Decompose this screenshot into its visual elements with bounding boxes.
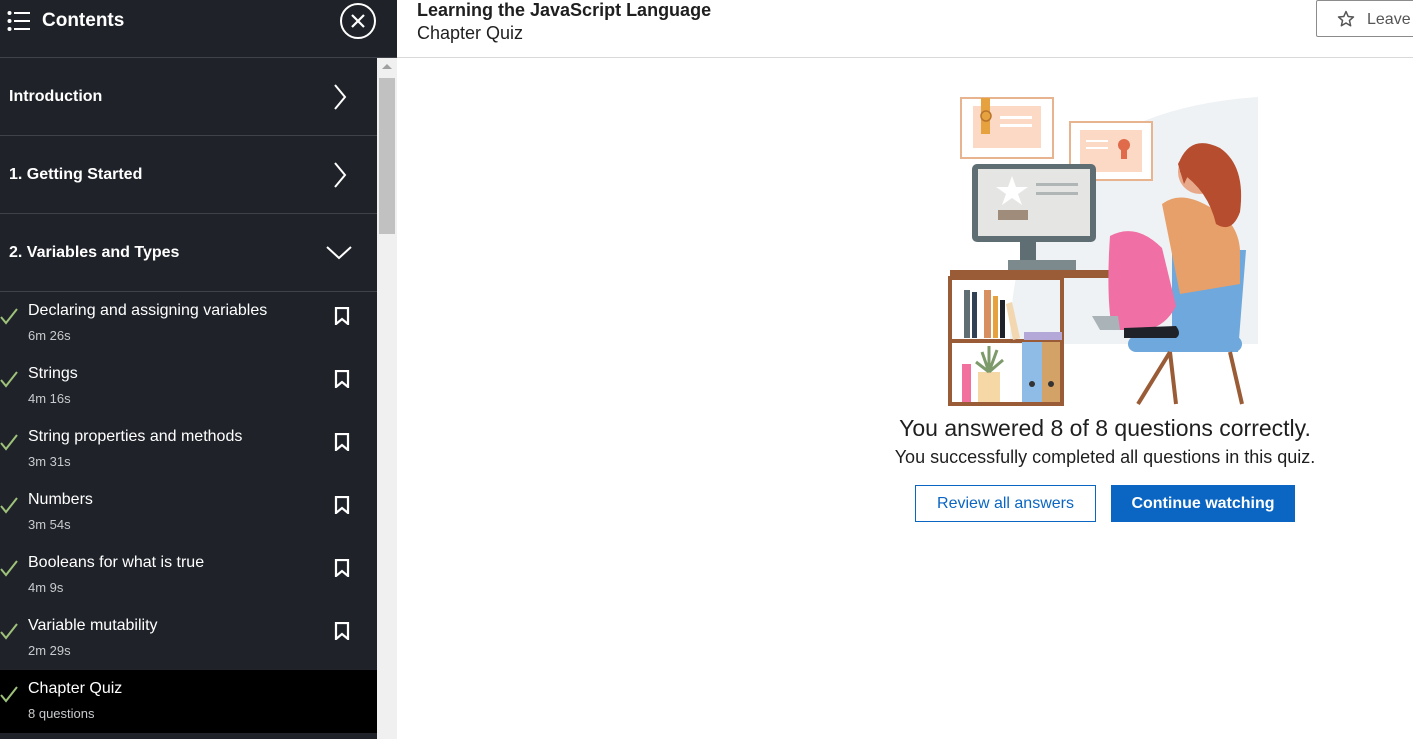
item-duration: 2m 29s [28, 643, 71, 658]
chevron-down-icon [326, 246, 352, 260]
checkmark-icon [0, 623, 18, 640]
item-title: String properties and methods [28, 428, 243, 445]
course-contents-sidebar: Contents Introduction 1. Getting Started… [0, 0, 397, 739]
sidebar-header: Contents [0, 0, 397, 58]
checkmark-icon [0, 560, 18, 577]
bookmark-icon[interactable] [334, 433, 350, 451]
list-icon [7, 9, 31, 33]
sidebar-title: Contents [42, 10, 125, 31]
quiz-result-title: You answered 8 of 8 questions correctly. [899, 415, 1311, 441]
close-sidebar-button[interactable] [340, 3, 376, 39]
section-label: Introduction [9, 88, 103, 105]
checkmark-icon [0, 686, 18, 703]
sidebar-scrollbar[interactable] [377, 58, 397, 739]
section-variables-and-types[interactable]: 2. Variables and Types [0, 214, 377, 292]
bookmark-icon[interactable] [334, 307, 350, 325]
item-duration: 4m 9s [28, 580, 64, 595]
quiz-result-subtitle: You successfully completed all questions… [894, 447, 1316, 467]
scrollbar-thumb[interactable] [379, 78, 395, 234]
bookmark-icon[interactable] [334, 622, 350, 640]
bookmark-icon[interactable] [334, 370, 350, 388]
list-item[interactable]: Declaring and assigning variables 6m 26s [0, 292, 377, 355]
section-introduction[interactable]: Introduction [0, 58, 377, 136]
course-title: Learning the JavaScript Language [417, 0, 712, 20]
item-duration: 3m 31s [28, 454, 71, 469]
star-icon [1337, 10, 1355, 27]
item-title: Booleans for what is true [28, 554, 205, 571]
continue-watching-button[interactable]: Continue watching [1111, 485, 1295, 522]
list-item-active[interactable]: Chapter Quiz 8 questions [0, 670, 377, 733]
list-item[interactable]: String properties and methods 3m 31s [0, 418, 377, 481]
list-item[interactable]: Numbers 3m 54s [0, 481, 377, 544]
checkmark-icon [0, 497, 18, 514]
chevron-right-icon [334, 162, 347, 188]
checkmark-icon [0, 434, 18, 451]
item-duration: 3m 54s [28, 517, 71, 532]
scroll-up-arrow-icon[interactable] [382, 64, 392, 69]
list-item[interactable]: Variable mutability 2m 29s [0, 607, 377, 670]
leave-label: Leave [1367, 11, 1411, 28]
close-icon [351, 14, 365, 28]
section-label: 2. Variables and Types [9, 244, 180, 261]
item-duration: 8 questions [28, 706, 95, 721]
content-header: Learning the JavaScript Language Chapter… [397, 0, 1413, 58]
checkmark-icon [0, 308, 18, 325]
checkmark-icon [0, 371, 18, 388]
sidebar-scroll-area: Introduction 1. Getting Started 2. Varia… [0, 58, 377, 739]
review-all-answers-button[interactable]: Review all answers [915, 485, 1096, 522]
item-title: Numbers [28, 491, 93, 508]
item-duration: 4m 16s [28, 391, 71, 406]
item-duration: 6m 26s [28, 328, 71, 343]
list-item[interactable]: Strings 4m 16s [0, 355, 377, 418]
item-title: Declaring and assigning variables [28, 302, 268, 319]
item-title: Variable mutability [28, 617, 158, 634]
bookmark-icon[interactable] [334, 496, 350, 514]
quiz-complete-illustration [948, 97, 1258, 406]
section-label: 1. Getting Started [9, 166, 143, 183]
chevron-right-icon [334, 84, 347, 110]
leave-button[interactable]: Leave [1316, 0, 1413, 37]
section-getting-started[interactable]: 1. Getting Started [0, 136, 377, 214]
page-subtitle: Chapter Quiz [417, 23, 524, 43]
item-title: Strings [28, 365, 78, 382]
item-title: Chapter Quiz [28, 680, 123, 697]
bookmark-icon[interactable] [334, 559, 350, 577]
list-item[interactable]: Booleans for what is true 4m 9s [0, 544, 377, 607]
